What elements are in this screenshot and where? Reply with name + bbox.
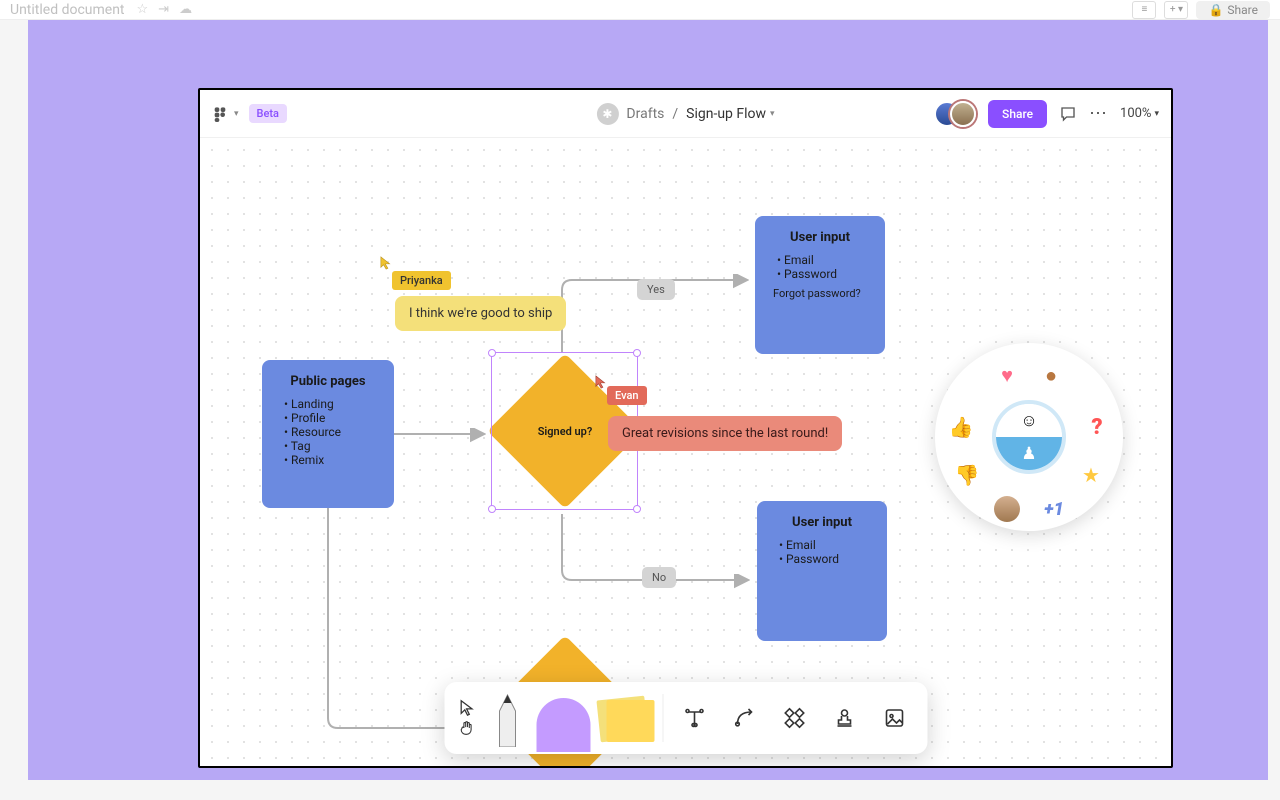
- beta-badge: Beta: [249, 104, 287, 123]
- hand-tool-icon[interactable]: [458, 719, 476, 737]
- stamp-tool[interactable]: [821, 689, 867, 747]
- text-tool[interactable]: [671, 689, 717, 747]
- avatar[interactable]: [950, 101, 976, 127]
- shape-title: User input: [773, 515, 871, 530]
- cursor-label-evan: Evan: [607, 386, 647, 405]
- selection-handle[interactable]: [633, 505, 641, 513]
- image-tool[interactable]: [871, 689, 917, 747]
- zoom-control[interactable]: 100% ▾: [1120, 106, 1159, 121]
- heart-icon[interactable]: ♥: [993, 361, 1021, 389]
- selection-handle[interactable]: [488, 349, 496, 357]
- figjam-window: ▾ Beta ✱ Drafts / Sign-up Flow ▾ Share ⋯: [198, 88, 1173, 768]
- face-avatar-icon[interactable]: [993, 495, 1021, 523]
- thumbs-down-icon[interactable]: 👎: [953, 461, 981, 489]
- stamp-icon[interactable]: ♟: [996, 437, 1062, 470]
- smiley-icon[interactable]: ☺: [996, 404, 1062, 437]
- cloud-icon[interactable]: ☁: [179, 2, 192, 17]
- reaction-wheel-center[interactable]: ☺ ♟: [992, 400, 1066, 474]
- question-icon[interactable]: ?: [1083, 413, 1111, 441]
- more-icon[interactable]: ⋯: [1089, 103, 1108, 124]
- shape-list: Landing Profile Resource Tag Remix: [278, 397, 378, 467]
- comment-priyanka[interactable]: I think we're good to ship: [395, 296, 566, 331]
- chevron-down-icon[interactable]: ▾: [234, 109, 239, 119]
- shape-user-input-2[interactable]: User input Email Password: [757, 501, 887, 641]
- star-icon[interactable]: ☆: [137, 2, 149, 17]
- chevron-down-icon: ▾: [1154, 109, 1159, 119]
- outer-toolbar: Untitled document ☆ ⇥ ☁ ≡ + ▾ 🔒 Share: [0, 0, 1280, 20]
- outer-doc-title[interactable]: Untitled document: [10, 2, 125, 18]
- breadcrumb[interactable]: ✱ Drafts / Sign-up Flow ▾: [596, 103, 774, 125]
- cookie-icon[interactable]: ●: [1037, 361, 1065, 389]
- selection-handle[interactable]: [488, 505, 496, 513]
- share-button[interactable]: Share: [988, 100, 1047, 128]
- comment-evan[interactable]: Great revisions since the last round!: [608, 416, 842, 451]
- chevron-down-icon[interactable]: ▾: [770, 109, 775, 119]
- connector-label-no[interactable]: No: [642, 567, 676, 588]
- cursor-label-priyanka: Priyanka: [392, 271, 451, 290]
- shape-list: Email Password: [771, 253, 869, 281]
- thumbs-up-icon[interactable]: 👍: [947, 413, 975, 441]
- plus-one-icon[interactable]: +1: [1040, 495, 1068, 523]
- shape-public-pages[interactable]: Public pages Landing Profile Resource Ta…: [262, 360, 394, 508]
- sticky-note-tool[interactable]: [596, 689, 654, 747]
- lock-icon: 🔒: [1208, 3, 1223, 17]
- select-tool-icon[interactable]: [458, 699, 476, 717]
- team-icon: ✱: [596, 103, 618, 125]
- figjam-topbar: ▾ Beta ✱ Drafts / Sign-up Flow ▾ Share ⋯: [200, 90, 1171, 138]
- selection-handle[interactable]: [633, 349, 641, 357]
- move-folder-icon[interactable]: ⇥: [158, 2, 169, 17]
- purple-stage: ▾ Beta ✱ Drafts / Sign-up Flow ▾ Share ⋯: [28, 20, 1268, 780]
- reaction-wheel[interactable]: ♥ ● 👍 ? 👎 ★ +1 ☺ ♟: [935, 343, 1123, 531]
- forgot-password-text: Forgot password?: [771, 287, 869, 300]
- figjam-toolbar: [444, 682, 927, 754]
- outer-share-button[interactable]: 🔒 Share: [1196, 1, 1270, 19]
- breadcrumb-parent[interactable]: Drafts: [626, 106, 664, 122]
- figma-logo-icon[interactable]: [212, 106, 228, 122]
- shape-title: User input: [771, 230, 869, 245]
- breadcrumb-current[interactable]: Sign-up Flow: [686, 106, 766, 122]
- shape-tool[interactable]: [534, 689, 592, 747]
- figjam-canvas[interactable]: Public pages Landing Profile Resource Ta…: [200, 138, 1171, 766]
- shape-list: Email Password: [773, 538, 871, 566]
- insert-icon[interactable]: + ▾: [1164, 1, 1188, 19]
- widgets-tool[interactable]: [771, 689, 817, 747]
- marker-tool[interactable]: [484, 689, 530, 747]
- shape-user-input-1[interactable]: User input Email Password Forgot passwor…: [755, 216, 885, 354]
- shape-title: Public pages: [278, 374, 378, 389]
- star-icon[interactable]: ★: [1077, 461, 1105, 489]
- connector-label-yes[interactable]: Yes: [637, 279, 675, 300]
- cursor-icon: [380, 256, 394, 270]
- connector-tool[interactable]: [721, 689, 767, 747]
- chat-icon[interactable]: [1059, 105, 1077, 123]
- mode-icon[interactable]: ≡: [1132, 1, 1156, 19]
- toolbar-divider: [662, 694, 663, 742]
